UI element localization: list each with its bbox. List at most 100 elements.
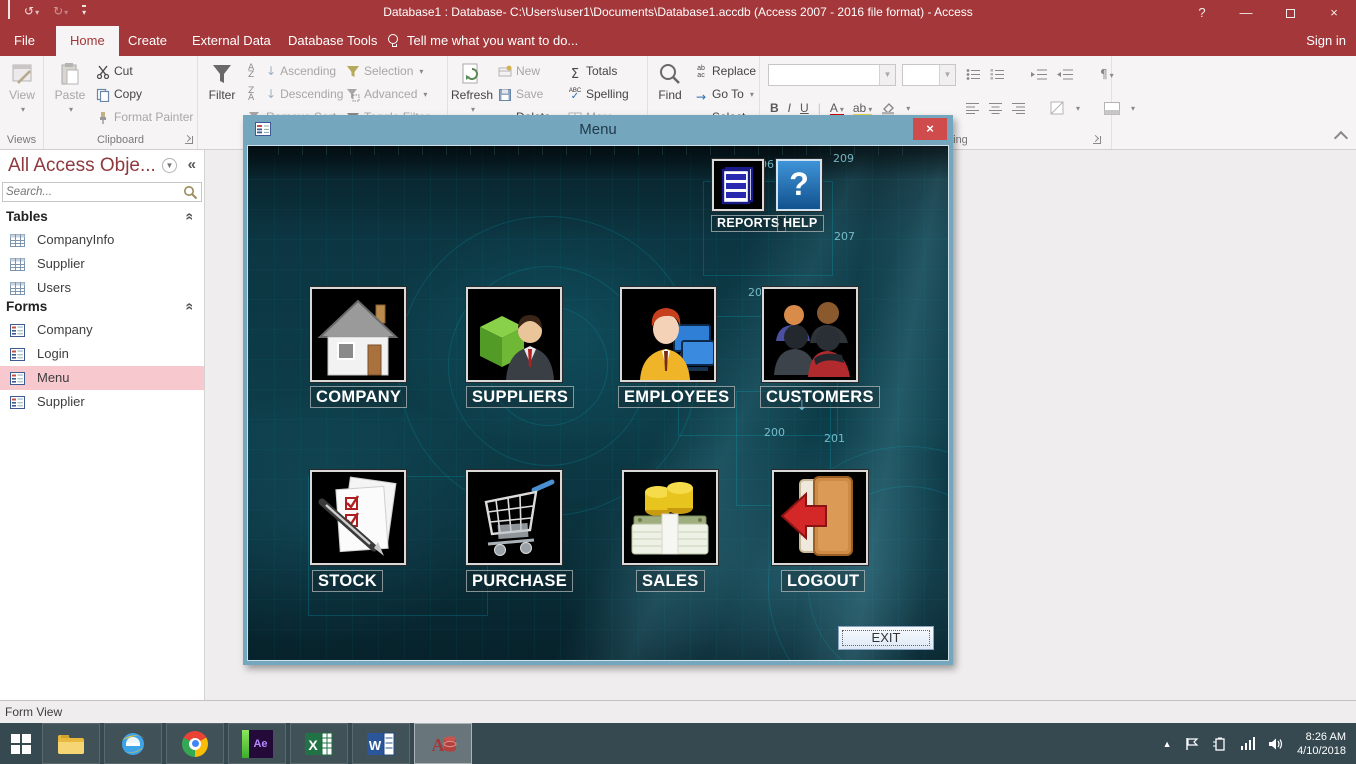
- reports-label[interactable]: REPORTS: [711, 215, 786, 232]
- go-to-button[interactable]: → Go To▾: [694, 85, 754, 104]
- copy-button[interactable]: Copy: [96, 85, 142, 104]
- background-fill-icon[interactable]: [881, 101, 895, 115]
- tab-file[interactable]: File: [0, 26, 49, 56]
- close-button[interactable]: ×: [1312, 0, 1356, 26]
- sales-button[interactable]: [622, 470, 718, 565]
- logout-label[interactable]: LOGOUT: [781, 570, 865, 592]
- bold-button[interactable]: B: [770, 101, 779, 115]
- suppliers-button[interactable]: [466, 287, 562, 382]
- minimize-button[interactable]: —: [1224, 0, 1268, 26]
- tab-home[interactable]: Home: [56, 26, 119, 56]
- taskbar-file-explorer[interactable]: [42, 723, 100, 764]
- align-right-icon[interactable]: [1012, 102, 1026, 114]
- italic-button[interactable]: I: [788, 101, 791, 115]
- taskbar-word[interactable]: W: [352, 723, 410, 764]
- numbered-list-icon[interactable]: [990, 68, 1005, 81]
- volume-icon[interactable]: [1268, 737, 1284, 751]
- text-formatting-dialog-launcher-icon[interactable]: [1093, 136, 1101, 144]
- totals-button[interactable]: Σ Totals: [568, 62, 617, 81]
- sign-in-link[interactable]: Sign in: [1306, 26, 1346, 56]
- sidebar-item-company-form[interactable]: Company: [0, 318, 204, 342]
- collapse-ribbon-icon[interactable]: [1334, 131, 1348, 145]
- exit-button[interactable]: EXIT: [838, 626, 934, 650]
- tab-external-data[interactable]: External Data: [178, 26, 285, 56]
- new-record-button[interactable]: New: [498, 62, 540, 81]
- paste-button[interactable]: Paste▾: [48, 62, 92, 116]
- menu-form-title-bar[interactable]: Menu ×: [243, 115, 953, 145]
- start-button[interactable]: [0, 723, 42, 764]
- taskbar-excel[interactable]: X: [290, 723, 348, 764]
- customers-label[interactable]: CUSTOMERS: [760, 386, 880, 408]
- selection-button[interactable]: Selection▾: [346, 62, 423, 81]
- tray-expand-icon[interactable]: ▲: [1163, 739, 1172, 749]
- help-button[interactable]: ?: [1180, 0, 1224, 26]
- tell-me-box[interactable]: Tell me what you want to do...: [388, 26, 578, 56]
- format-painter-button[interactable]: Format Painter: [96, 108, 193, 127]
- view-button[interactable]: View▾: [0, 62, 44, 116]
- employees-button[interactable]: [620, 287, 716, 382]
- bulleted-list-icon[interactable]: [966, 68, 981, 81]
- highlight-color-button[interactable]: ab▾: [853, 101, 872, 115]
- stock-label[interactable]: STOCK: [312, 570, 383, 592]
- advanced-button[interactable]: Advanced▾: [346, 85, 427, 104]
- search-input[interactable]: [6, 184, 176, 200]
- tab-database-tools[interactable]: Database Tools: [274, 26, 391, 56]
- logout-button[interactable]: [772, 470, 868, 565]
- sidebar-item-companyinfo[interactable]: CompanyInfo: [0, 228, 204, 252]
- tab-create[interactable]: Create: [114, 26, 181, 56]
- group-header-forms[interactable]: Forms«: [0, 295, 204, 318]
- company-label[interactable]: COMPANY: [310, 386, 407, 408]
- sidebar-item-supplier-form[interactable]: Supplier: [0, 390, 204, 414]
- action-center-flag-icon[interactable]: [1185, 737, 1199, 751]
- align-left-icon[interactable]: [966, 102, 980, 114]
- taskbar-after-effects[interactable]: Ae: [228, 723, 286, 764]
- ascending-button[interactable]: AZ↓ Ascending: [248, 62, 336, 81]
- sales-label[interactable]: SALES: [636, 570, 705, 592]
- reports-button[interactable]: [712, 159, 764, 211]
- search-icon[interactable]: [183, 185, 198, 200]
- help-label[interactable]: HELP: [777, 215, 824, 232]
- filter-button[interactable]: Filter: [200, 62, 244, 102]
- help-button-tile[interactable]: ?: [776, 159, 822, 211]
- refresh-button[interactable]: Refresh▾: [450, 62, 494, 116]
- taskbar-chrome[interactable]: [166, 723, 224, 764]
- taskbar-access[interactable]: A: [414, 723, 472, 764]
- purchase-button[interactable]: [466, 470, 562, 565]
- decrease-indent-icon[interactable]: [1057, 68, 1074, 81]
- increase-indent-icon[interactable]: [1031, 68, 1048, 81]
- collapse-group-icon[interactable]: «: [179, 213, 202, 221]
- search-box[interactable]: [2, 182, 202, 202]
- suppliers-label[interactable]: SUPPLIERS: [466, 386, 574, 408]
- save-record-button[interactable]: Save: [498, 85, 543, 104]
- find-button[interactable]: Find: [648, 62, 692, 102]
- nav-pane-menu-icon[interactable]: ▼: [162, 158, 177, 173]
- purchase-label[interactable]: PURCHASE: [466, 570, 573, 592]
- restore-button[interactable]: [1268, 0, 1312, 26]
- descending-button[interactable]: ZA↓ Descending: [248, 85, 343, 104]
- cut-button[interactable]: Cut: [96, 62, 133, 81]
- align-center-icon[interactable]: [989, 102, 1003, 114]
- spelling-button[interactable]: ABC✓ Spelling: [568, 85, 629, 104]
- alternate-row-color-icon[interactable]: [1104, 102, 1120, 115]
- stock-button[interactable]: [310, 470, 406, 565]
- shutter-bar-close-icon[interactable]: «: [188, 156, 196, 173]
- underline-button[interactable]: U: [800, 101, 809, 115]
- company-button[interactable]: [310, 287, 406, 382]
- group-header-tables[interactable]: Tables«: [0, 205, 204, 228]
- collapse-group-icon[interactable]: «: [179, 303, 202, 311]
- replace-button[interactable]: abac Replace: [694, 62, 756, 81]
- taskbar-clock[interactable]: 8:26 AM 4/10/2018: [1297, 730, 1346, 758]
- clipboard-dialog-launcher-icon[interactable]: [185, 136, 193, 144]
- sidebar-item-supplier-table[interactable]: Supplier: [0, 252, 204, 276]
- employees-label[interactable]: EMPLOYEES: [618, 386, 735, 408]
- sidebar-item-menu[interactable]: Menu: [0, 366, 204, 390]
- font-name-combobox[interactable]: ▼: [768, 64, 896, 86]
- gridlines-icon[interactable]: [1050, 101, 1065, 115]
- font-color-button[interactable]: A▾: [830, 101, 844, 115]
- menu-form-close-button[interactable]: ×: [913, 118, 947, 140]
- text-direction-icon[interactable]: ¶▾: [1100, 67, 1114, 81]
- battery-icon[interactable]: [1212, 737, 1228, 751]
- sidebar-item-login[interactable]: Login: [0, 342, 204, 366]
- taskbar-internet-explorer[interactable]: [104, 723, 162, 764]
- network-signal-icon[interactable]: [1241, 737, 1256, 750]
